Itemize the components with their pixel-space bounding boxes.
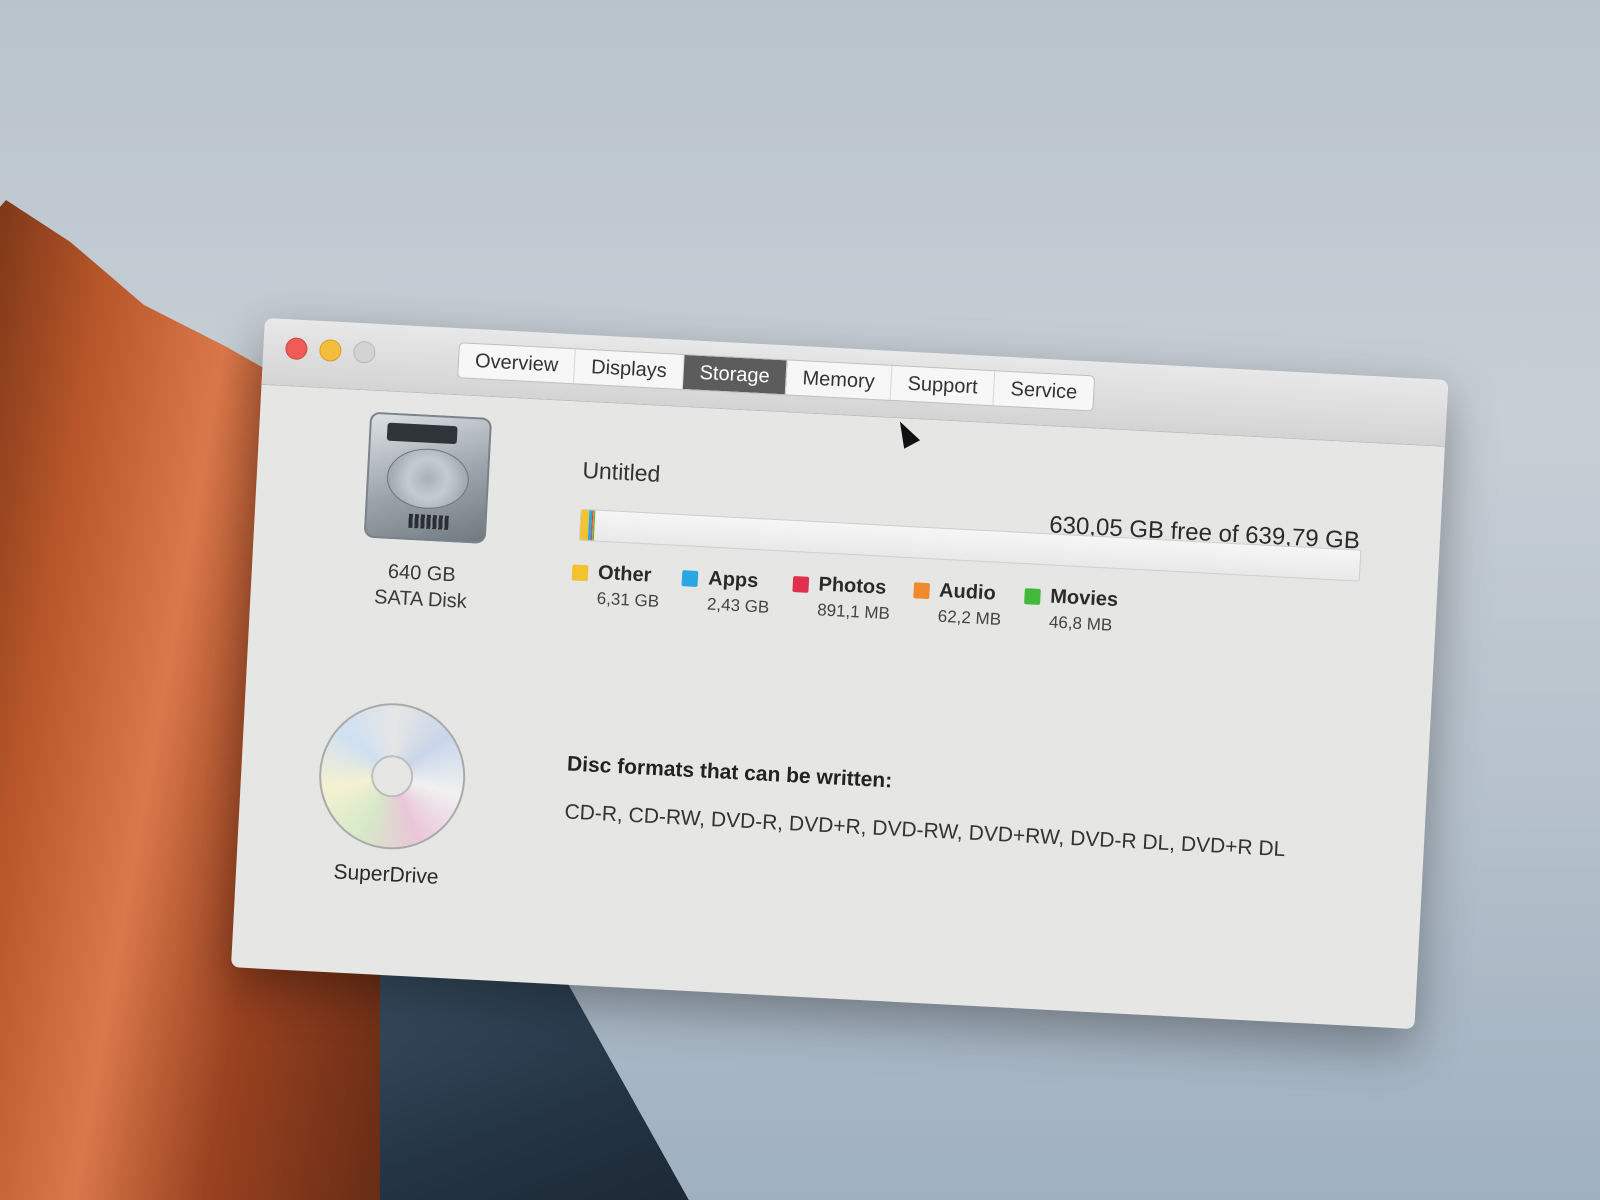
superdrive-label: SuperDrive: [332, 860, 440, 889]
tab-displays[interactable]: Displays: [574, 349, 685, 389]
legend-label-photos: Photos: [817, 573, 887, 599]
disk-caption: 640 GB SATA Disk: [345, 557, 498, 617]
legend-label-movies: Movies: [1049, 585, 1119, 612]
legend-label-other: Other: [597, 561, 652, 587]
hard-disk-label-plate: [386, 422, 458, 445]
legend-item-movies: Movies 46,8 MB: [1022, 584, 1119, 636]
tab-memory[interactable]: Memory: [785, 360, 893, 400]
legend-item-apps: Apps 2,43 GB: [680, 566, 771, 618]
legend-size-other: 6,31 GB: [596, 588, 660, 611]
legend-size-photos: 891,1 MB: [816, 600, 891, 624]
legend-swatch-photos: [792, 575, 809, 593]
hard-disk-connector: [408, 513, 449, 530]
legend-swatch-apps: [681, 569, 699, 587]
disc-formats-list: CD-R, CD-RW, DVD-R, DVD+R, DVD-RW, DVD+R…: [563, 800, 1286, 862]
tab-storage[interactable]: Storage: [682, 355, 788, 395]
minimize-button[interactable]: [318, 338, 342, 363]
legend-swatch-other: [571, 563, 589, 581]
legend-label-audio: Audio: [938, 579, 997, 605]
disc-formats-title: Disc formats that can be written:: [566, 752, 893, 793]
hard-disk-icon: [363, 411, 493, 544]
legend-size-apps: 2,43 GB: [706, 594, 770, 617]
legend-item-audio: Audio 62,2 MB: [911, 578, 1003, 630]
close-button[interactable]: [284, 337, 308, 361]
legend-item-photos: Photos 891,1 MB: [791, 572, 892, 624]
legend-size-audio: 62,2 MB: [937, 606, 1002, 629]
legend-size-movies: 46,8 MB: [1048, 612, 1113, 635]
legend-label-apps: Apps: [707, 567, 759, 593]
tab-overview[interactable]: Overview: [458, 343, 577, 384]
legend-item-other: Other 6,31 GB: [570, 560, 661, 612]
hard-disk-platter: [385, 446, 471, 511]
zoom-button[interactable]: [352, 340, 376, 364]
storage-legend: Other 6,31 GB Apps 2,43 GB Photos 891,1 …: [570, 560, 1119, 636]
about-this-mac-window: Overview Displays Storage Memory Support…: [230, 318, 1449, 1030]
tab-service[interactable]: Service: [994, 371, 1094, 410]
volume-name: Untitled: [581, 456, 662, 487]
usage-segment-movies: [592, 510, 596, 541]
tab-support[interactable]: Support: [890, 365, 996, 406]
disc-center-hole: [370, 754, 415, 799]
legend-swatch-audio: [912, 581, 930, 599]
legend-swatch-movies: [1023, 587, 1041, 605]
storage-panel: 640 GB SATA Disk Untitled 630,05 GB free…: [231, 384, 1445, 1029]
disc-icon: [315, 699, 469, 854]
